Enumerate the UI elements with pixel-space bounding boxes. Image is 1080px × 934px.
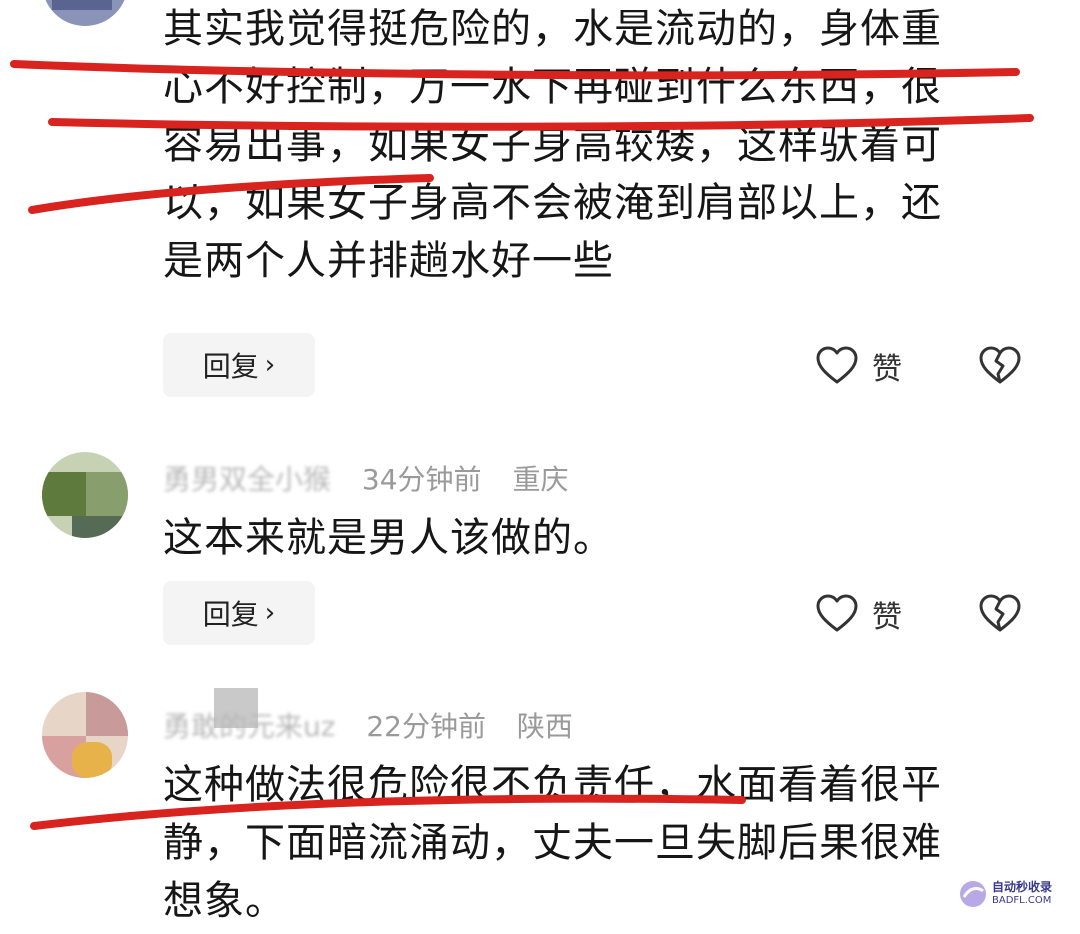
watermark: 自动秒收录 BADFL.COM <box>958 874 1068 914</box>
reply-label: 回复 <box>202 598 259 631</box>
heart-outline-icon[interactable] <box>815 345 859 385</box>
like-label[interactable]: 赞 <box>872 344 902 388</box>
timestamp: 34分钟前 <box>361 463 482 496</box>
watermark-line2: BADFL.COM <box>992 895 1052 906</box>
avatar[interactable] <box>42 692 128 778</box>
reply-label: 回复 <box>202 350 259 383</box>
comment-text: 这本来就是男人该做的。 <box>163 515 614 561</box>
chevron-right-icon: › <box>264 598 276 628</box>
comment-meta: 勇男双全小猴 34分钟前 重庆 <box>163 458 568 498</box>
reply-button[interactable]: 回复 › <box>163 333 315 397</box>
like-label[interactable]: 赞 <box>872 592 902 636</box>
avatar[interactable] <box>42 452 128 538</box>
broken-heart-icon[interactable] <box>978 345 1022 385</box>
username[interactable]: 勇男双全小猴 <box>163 463 331 496</box>
username[interactable]: 勇敢的元来uz <box>163 710 335 743</box>
watermark-logo-icon <box>960 881 986 907</box>
location: 重庆 <box>512 463 569 496</box>
heart-outline-icon[interactable] <box>815 593 859 633</box>
location: 陕西 <box>516 710 573 743</box>
broken-heart-icon[interactable] <box>978 593 1022 633</box>
comment-text: 其实我觉得挺危险的，水是流动的，身体重 心不好控制，万一水下再碰到什么东西，很 … <box>163 6 942 284</box>
chevron-right-icon: › <box>264 350 276 380</box>
avatar[interactable] <box>42 0 128 26</box>
timestamp: 22分钟前 <box>366 710 486 743</box>
watermark-line1: 自动秒收录 <box>992 880 1053 894</box>
comment-meta: 勇敢的元来uz 22分钟前 陕西 <box>163 705 573 745</box>
reply-button[interactable]: 回复 › <box>163 581 315 645</box>
comment-text: 这种做法很危险很不负责任，水面看着很平 静，下面暗流涌动，丈夫一旦失脚后果很难 … <box>163 762 942 924</box>
